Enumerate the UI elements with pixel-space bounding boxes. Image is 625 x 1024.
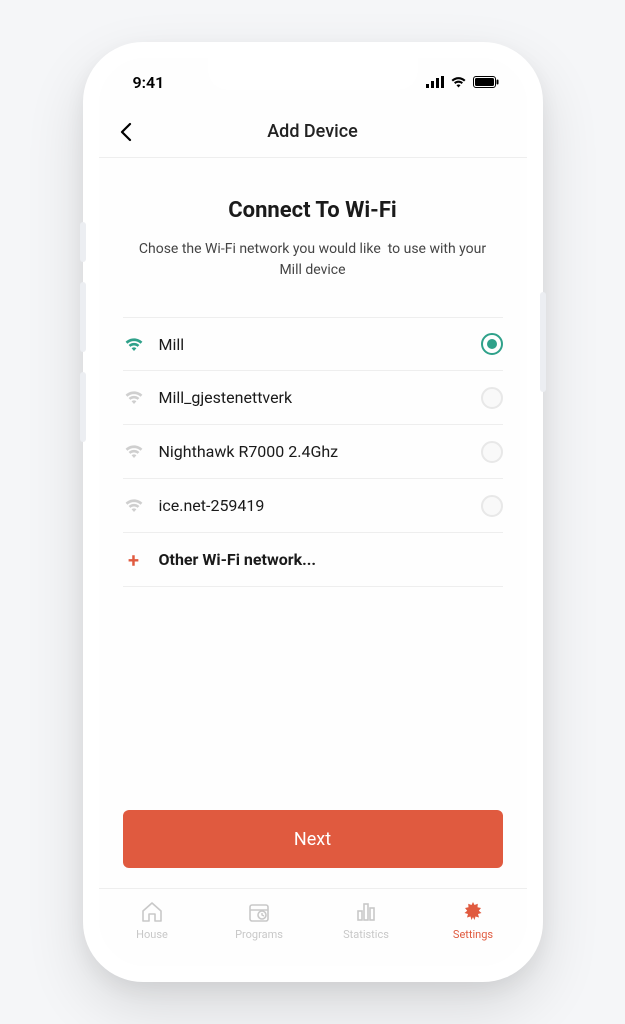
volume-button: [80, 222, 86, 262]
status-indicators: [426, 76, 499, 88]
chart-icon: [354, 900, 378, 924]
tab-programs[interactable]: Programs: [219, 900, 299, 941]
wifi-signal-icon: [123, 498, 145, 513]
wifi-network-name: Mill: [159, 335, 467, 354]
status-time: 9:41: [133, 73, 165, 92]
tab-bar: House Programs Statistics Settings: [99, 888, 527, 966]
header: Add Device: [99, 106, 527, 158]
other-network-button[interactable]: + Other Wi-Fi network...: [123, 533, 503, 587]
wifi-signal-icon: [123, 444, 145, 459]
wifi-network-row[interactable]: Mill: [123, 317, 503, 371]
radio-selected-icon: [481, 333, 503, 355]
content: Connect To Wi-Fi Chose the Wi-Fi network…: [99, 158, 527, 888]
tab-label: Programs: [235, 928, 283, 941]
tab-label: Statistics: [343, 928, 389, 941]
wifi-network-row[interactable]: ice.net-259419: [123, 479, 503, 533]
page-subtitle: Chose the Wi-Fi network you would like t…: [123, 239, 503, 281]
notch: [208, 58, 418, 90]
wifi-network-row[interactable]: Mill_gjestenettverk: [123, 371, 503, 425]
tab-house[interactable]: House: [112, 900, 192, 941]
radio-unselected-icon: [481, 495, 503, 517]
tab-label: Settings: [453, 928, 493, 941]
battery-icon: [473, 76, 499, 88]
wifi-list: Mill Mill_gjestenettverk Nighthawk R7000…: [123, 317, 503, 587]
page-title: Add Device: [267, 121, 358, 142]
wifi-network-name: Nighthawk R7000 2.4Ghz: [159, 442, 467, 461]
tab-label: House: [136, 928, 168, 941]
phone-frame: 9:41 Add Device Connect To Wi-Fi Cho: [83, 42, 543, 982]
wifi-icon: [450, 76, 467, 88]
screen: 9:41 Add Device Connect To Wi-Fi Cho: [99, 58, 527, 966]
other-network-label: Other Wi-Fi network...: [159, 550, 503, 569]
tab-settings[interactable]: Settings: [433, 900, 513, 941]
volume-button: [80, 282, 86, 352]
back-button[interactable]: [119, 122, 132, 142]
wifi-network-name: Mill_gjestenettverk: [159, 388, 467, 407]
tab-statistics[interactable]: Statistics: [326, 900, 406, 941]
radio-unselected-icon: [481, 441, 503, 463]
gear-icon: [461, 900, 485, 924]
cellular-icon: [426, 76, 444, 88]
wifi-signal-icon: [123, 390, 145, 405]
wifi-network-row[interactable]: Nighthawk R7000 2.4Ghz: [123, 425, 503, 479]
volume-button: [80, 372, 86, 442]
wifi-signal-icon: [123, 337, 145, 352]
radio-unselected-icon: [481, 387, 503, 409]
plus-icon: +: [123, 548, 145, 572]
power-button: [540, 292, 546, 392]
house-icon: [140, 900, 164, 924]
calendar-icon: [247, 900, 271, 924]
next-button-label: Next: [294, 829, 331, 850]
wifi-network-name: ice.net-259419: [159, 496, 467, 515]
page-heading: Connect To Wi-Fi: [123, 198, 503, 223]
next-button[interactable]: Next: [123, 810, 503, 868]
